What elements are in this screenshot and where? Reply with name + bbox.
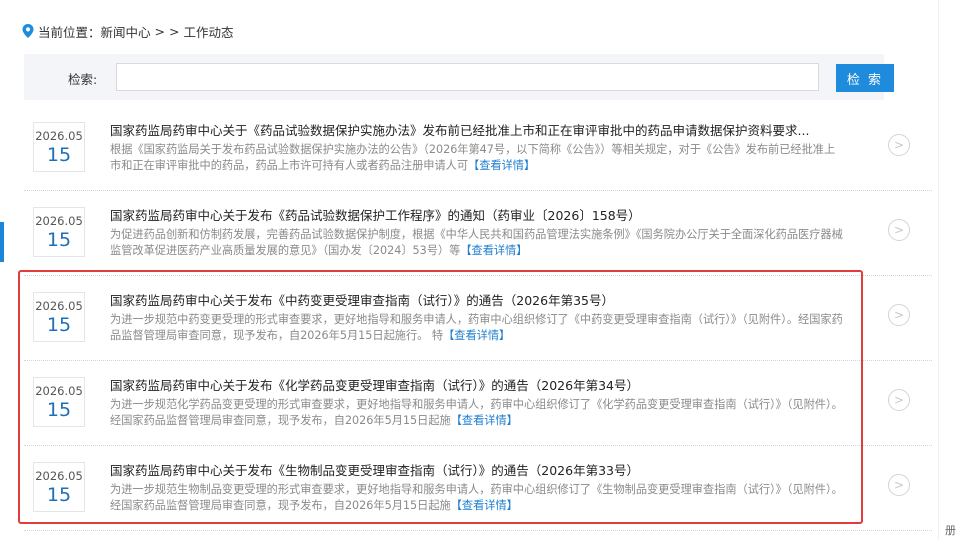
view-details-link[interactable]: 【查看详情】 <box>451 499 518 512</box>
news-list: 2026.05 15 国家药监局药审中心关于《药品试验数据保护实施办法》发布前已… <box>24 106 932 531</box>
search-input[interactable] <box>116 63 819 91</box>
news-summary: 为进一步规范中药变更受理的形式审查要求，更好地指导和服务申请人，药审中心组织修订… <box>110 312 846 344</box>
view-details-link[interactable]: 【查看详情】 <box>468 159 535 172</box>
date-year-month: 2026.05 <box>35 384 83 398</box>
breadcrumb: 当前位置： 新闻中心 > > 工作动态 <box>22 22 233 40</box>
news-summary: 为进一步规范生物制品变更受理的形式审查要求，更好地指导和服务申请人，药审中心组织… <box>110 482 846 514</box>
date-day: 15 <box>46 144 72 166</box>
breadcrumb-home-link[interactable]: 新闻中心 <box>101 22 151 41</box>
date-badge: 2026.05 15 <box>33 207 85 257</box>
news-item-4[interactable]: 2026.05 15 国家药监局药审中心关于发布《化学药品变更受理审查指南（试行… <box>24 361 932 446</box>
date-badge: 2026.05 15 <box>33 377 85 427</box>
news-title-link[interactable]: 国家药监局药审中心关于发布《中药变更受理审查指南（试行）》的通告（2026年第3… <box>110 290 870 309</box>
date-badge: 2026.05 15 <box>33 122 85 172</box>
chevron-right-icon[interactable]: > <box>888 474 910 496</box>
news-summary: 为促进药品创新和仿制药发展，完善药品试验数据保护制度，根据《中华人民共和国药品管… <box>110 227 846 259</box>
chevron-right-icon[interactable]: > <box>888 219 910 241</box>
chevron-right-icon[interactable]: > <box>888 389 910 411</box>
news-title-link[interactable]: 国家药监局药审中心关于发布《药品试验数据保护工作程序》的通知（药审业〔2026〕… <box>110 205 870 224</box>
view-details-link[interactable]: 【查看详情】 <box>460 244 527 257</box>
breadcrumb-current: 工作动态 <box>183 24 234 40</box>
breadcrumb-separator: > > <box>154 23 180 39</box>
news-title-link[interactable]: 国家药监局药审中心关于发布《化学药品变更受理审查指南（试行）》的通告（2026年… <box>110 375 870 394</box>
search-bar: 检索: 检 索 <box>24 54 894 100</box>
news-title-link[interactable]: 国家药监局药审中心关于《药品试验数据保护实施办法》发布前已经批准上市和正在审评审… <box>110 120 870 139</box>
news-summary: 为进一步规范化学药品变更受理的形式审查要求，更好地指导和服务申请人，药审中心组织… <box>110 397 846 429</box>
news-panel: 当前位置： 新闻中心 > > 工作动态 检索: 检 索 2026.05 15 国… <box>16 10 933 539</box>
news-item-2[interactable]: 2026.05 15 国家药监局药审中心关于发布《药品试验数据保护工作程序》的通… <box>24 191 932 276</box>
date-day: 15 <box>46 314 72 336</box>
chevron-right-icon[interactable]: > <box>888 134 910 156</box>
view-details-link[interactable]: 【查看详情】 <box>443 329 510 342</box>
date-day: 15 <box>46 484 72 506</box>
location-pin-icon <box>22 24 34 38</box>
breadcrumb-prefix: 当前位置： <box>38 24 101 40</box>
date-year-month: 2026.05 <box>35 214 83 228</box>
date-year-month: 2026.05 <box>35 129 83 143</box>
news-item-3[interactable]: 2026.05 15 国家药监局药审中心关于发布《中药变更受理审查指南（试行）》… <box>24 276 932 361</box>
news-item-5[interactable]: 2026.05 15 国家药监局药审中心关于发布《生物制品变更受理审查指南（试行… <box>24 446 932 531</box>
search-label: 检索: <box>68 72 98 87</box>
date-year-month: 2026.05 <box>35 299 83 313</box>
search-button[interactable]: 检 索 <box>836 64 894 92</box>
news-summary: 根据《国家药监局关于发布药品试验数据保护实施办法的公告》（2026年第47号，以… <box>110 142 846 174</box>
date-day: 15 <box>46 229 72 251</box>
side-glyph: 册 <box>945 524 956 537</box>
date-badge: 2026.05 15 <box>33 292 85 342</box>
left-accent-bar <box>0 222 4 262</box>
view-details-link[interactable]: 【查看详情】 <box>451 414 518 427</box>
right-scroll-strip <box>938 0 960 539</box>
news-title-link[interactable]: 国家药监局药审中心关于发布《生物制品变更受理审查指南（试行）》的通告（2026年… <box>110 460 870 479</box>
date-year-month: 2026.05 <box>35 469 83 483</box>
news-item-1[interactable]: 2026.05 15 国家药监局药审中心关于《药品试验数据保护实施办法》发布前已… <box>24 106 932 191</box>
date-badge: 2026.05 15 <box>33 462 85 512</box>
date-day: 15 <box>46 399 72 421</box>
chevron-right-icon[interactable]: > <box>888 304 910 326</box>
